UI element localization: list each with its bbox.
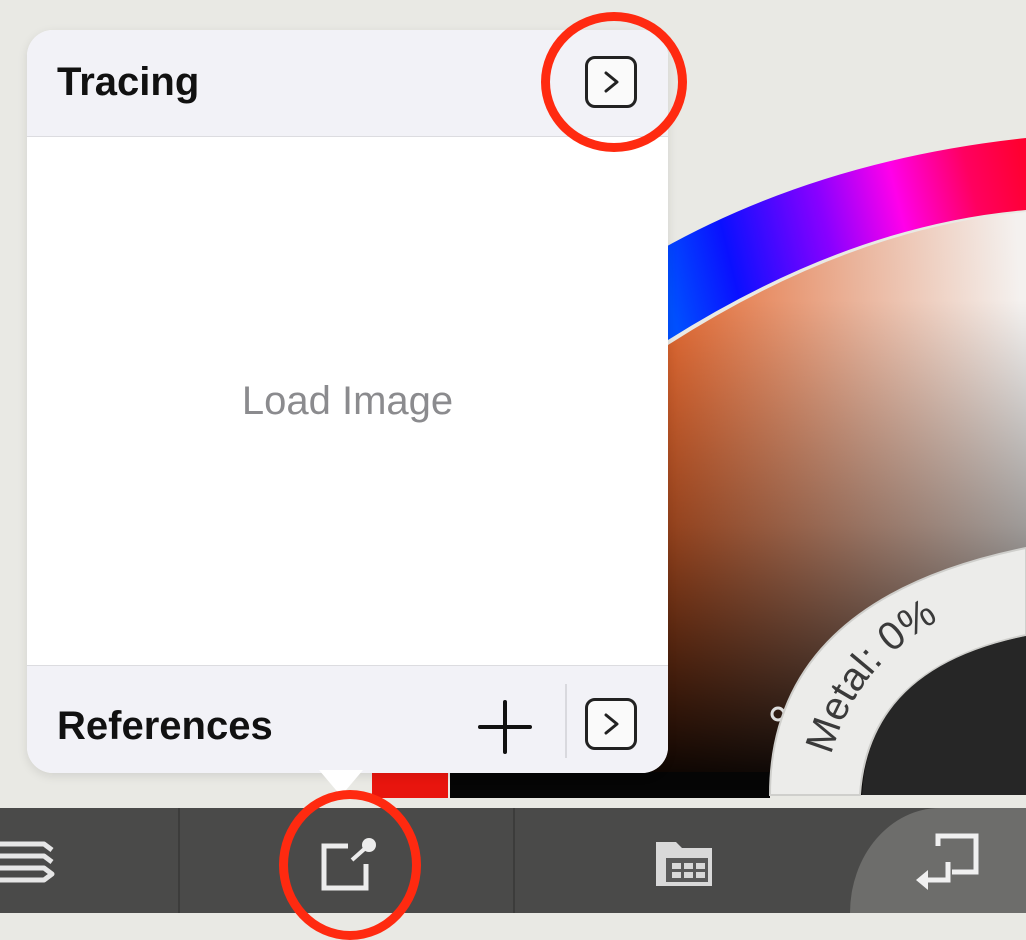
chevron-right-icon — [604, 713, 619, 735]
references-footer: References — [27, 665, 668, 773]
references-title: References — [57, 704, 273, 748]
reference-popover: Tracing Load Image References — [27, 30, 668, 796]
done-icon[interactable] — [912, 832, 982, 898]
toolbar-divider — [513, 808, 515, 913]
add-reference-icon[interactable] — [474, 696, 536, 758]
layers-icon[interactable] — [0, 838, 58, 888]
toolbar-divider — [178, 808, 180, 913]
tracing-title: Tracing — [57, 60, 200, 104]
references-expand-button[interactable] — [585, 698, 637, 750]
annotation-circle — [541, 12, 687, 152]
load-image-area[interactable]: Load Image — [27, 137, 668, 665]
bottom-toolbar — [0, 808, 1026, 913]
load-image-label: Load Image — [241, 378, 454, 423]
footer-divider — [565, 684, 567, 758]
gallery-icon[interactable] — [652, 838, 716, 890]
annotation-circle — [279, 790, 421, 940]
